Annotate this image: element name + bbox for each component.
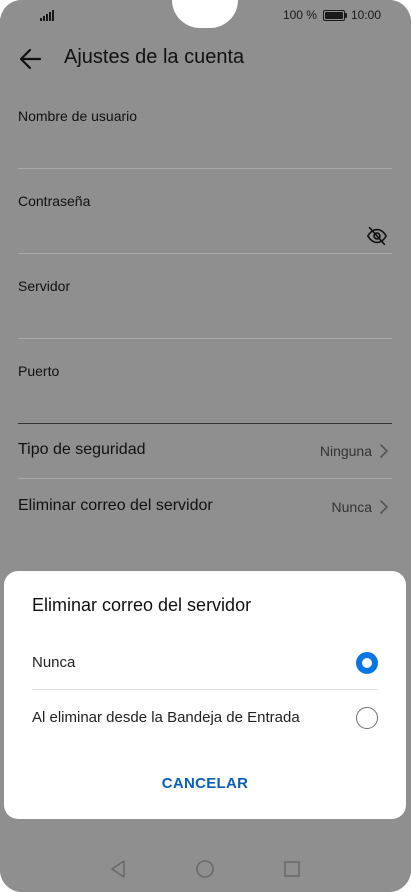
- option-label: Nunca: [32, 654, 76, 671]
- delete-from-server-label: Eliminar correo del servidor: [18, 497, 213, 514]
- dialog-title: Eliminar correo del servidor: [32, 595, 252, 615]
- chevron-right-icon: [380, 500, 388, 514]
- camera-notch: [172, 0, 238, 28]
- option-never[interactable]: Nunca: [32, 635, 378, 691]
- option-label: Al eliminar desde la Bandeja de Entrada: [32, 709, 300, 726]
- delete-from-server-row[interactable]: Eliminar correo del servidor Nunca: [18, 479, 392, 534]
- port-field[interactable]: Puerto: [18, 339, 392, 424]
- battery-icon: [322, 9, 347, 21]
- clock: 10:00: [350, 8, 381, 22]
- arrow-left-icon[interactable]: [18, 46, 44, 72]
- device-frame: 100 % 10:00 Ajustes de la cuenta Nombre …: [0, 0, 411, 892]
- password-label: Contraseña: [18, 193, 91, 209]
- password-field[interactable]: Contraseña: [18, 169, 392, 254]
- home-circle-icon[interactable]: [193, 857, 217, 881]
- radio-selected-icon[interactable]: [356, 652, 378, 674]
- port-label: Puerto: [18, 363, 60, 379]
- option-on-delete-from-inbox[interactable]: Al eliminar desde la Bandeja de Entrada: [32, 690, 378, 746]
- app-header: Ajustes de la cuenta: [0, 34, 411, 84]
- security-type-label: Tipo de seguridad: [18, 441, 146, 458]
- status-right: 100 % 10:00: [283, 8, 381, 22]
- username-field[interactable]: Nombre de usuario: [18, 84, 392, 169]
- delete-mail-dialog: Eliminar correo del servidor Nunca Al el…: [4, 571, 406, 819]
- security-type-value: Ninguna: [319, 443, 372, 459]
- page-title: Ajustes de la cuenta: [64, 46, 245, 68]
- server-label: Servidor: [18, 278, 71, 294]
- recents-square-icon[interactable]: [280, 857, 304, 881]
- username-label: Nombre de usuario: [18, 108, 138, 124]
- eye-off-icon[interactable]: [366, 225, 388, 247]
- delete-from-server-value: Nunca: [331, 499, 372, 515]
- account-fields: Nombre de usuario Contraseña Servidor Pu…: [18, 84, 392, 424]
- back-triangle-icon[interactable]: [106, 857, 130, 881]
- server-field[interactable]: Servidor: [18, 254, 392, 339]
- radio-unselected-icon[interactable]: [356, 707, 378, 729]
- system-nav-bar: [0, 845, 411, 892]
- screen: 100 % 10:00 Ajustes de la cuenta Nombre …: [0, 0, 411, 892]
- status-bar: 100 % 10:00: [0, 0, 411, 32]
- settings-list: Tipo de seguridad Ninguna Eliminar corre…: [18, 423, 392, 534]
- signal-icon: [40, 10, 54, 21]
- cancel-button[interactable]: CANCELAR: [4, 775, 406, 792]
- chevron-right-icon: [380, 444, 388, 458]
- battery-percent: 100 %: [282, 8, 317, 22]
- security-type-row[interactable]: Tipo de seguridad Ninguna: [18, 423, 392, 479]
